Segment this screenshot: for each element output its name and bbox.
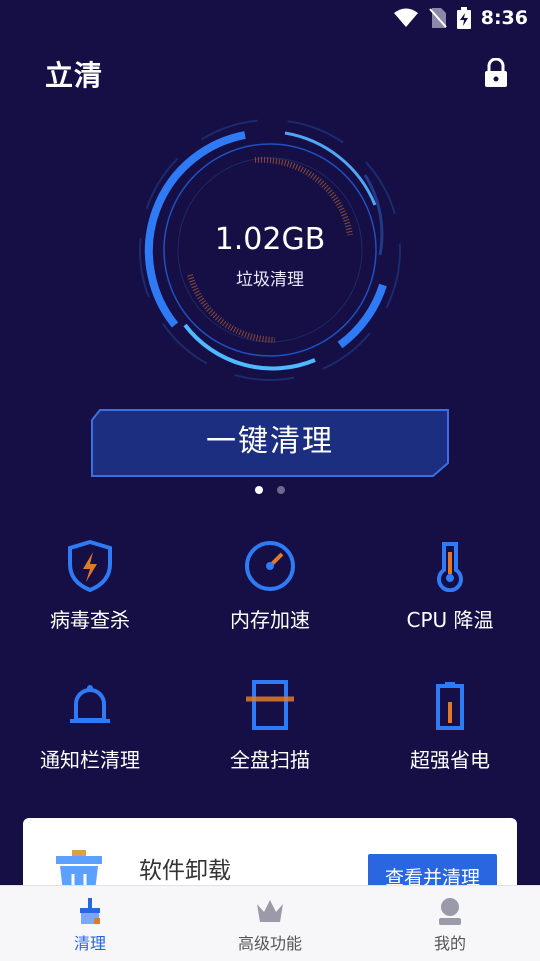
battery-icon <box>436 682 464 730</box>
user-icon <box>439 898 461 925</box>
speedometer-icon <box>245 541 295 591</box>
nav-clean[interactable]: 清理 <box>0 886 180 961</box>
lock-icon[interactable] <box>482 58 510 88</box>
nav-advanced[interactable]: 高级功能 <box>180 886 360 961</box>
scan-icon <box>246 680 294 730</box>
page-dot-active <box>255 486 263 494</box>
battery-charging-icon <box>456 7 471 29</box>
app-title: 立清 <box>45 59 104 92</box>
junk-label: 垃圾清理 <box>236 270 304 290</box>
nav-label: 高级功能 <box>237 934 302 953</box>
one-click-clean-button[interactable]: 一键清理 <box>90 408 450 478</box>
feature-virus-scan[interactable]: 病毒查杀 <box>0 540 180 660</box>
status-time: 8:36 <box>480 7 528 29</box>
bell-icon <box>70 685 110 723</box>
nav-label: 我的 <box>433 934 466 953</box>
status-bar: 8:36 <box>0 0 540 36</box>
feature-label: 病毒查杀 <box>50 608 130 632</box>
bottom-nav: 清理 高级功能 我的 <box>0 885 540 961</box>
feature-label: 内存加速 <box>230 608 310 632</box>
feature-memory-boost[interactable]: 内存加速 <box>180 540 360 660</box>
no-sim-icon <box>428 8 447 28</box>
feature-power-save[interactable]: 超强省电 <box>360 680 540 800</box>
feature-label: CPU 降温 <box>406 608 494 632</box>
feature-notification-clean[interactable]: 通知栏清理 <box>0 680 180 800</box>
nav-label: 清理 <box>73 934 106 953</box>
crown-icon <box>257 900 283 922</box>
junk-size: 1.02GB <box>214 222 326 257</box>
feature-cpu-cool[interactable]: CPU 降温 <box>360 540 540 660</box>
shield-bolt-icon <box>68 540 112 592</box>
page-indicator <box>0 486 540 494</box>
wifi-icon <box>393 8 418 27</box>
broom-icon <box>80 898 100 924</box>
feature-label: 全盘扫描 <box>230 748 310 772</box>
feature-full-scan[interactable]: 全盘扫描 <box>180 680 360 800</box>
thermometer-icon <box>437 542 463 592</box>
nav-profile[interactable]: 我的 <box>360 886 540 961</box>
card-title: 软件卸载 <box>139 858 231 884</box>
one-click-clean-label: 一键清理 <box>206 424 334 459</box>
feature-label: 超强省电 <box>410 748 490 772</box>
page-dot <box>277 486 285 494</box>
feature-label: 通知栏清理 <box>40 748 140 772</box>
